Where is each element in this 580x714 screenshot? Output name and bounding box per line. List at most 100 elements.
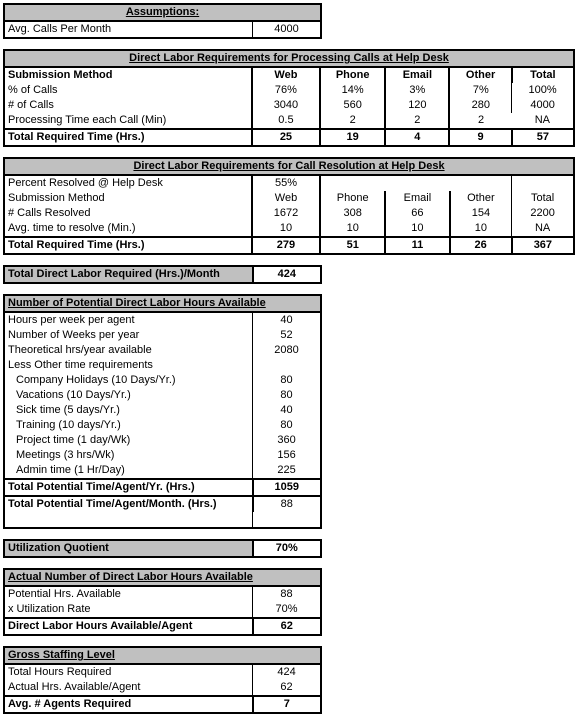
potential-hours-header-row: Number of Potential Direct Labor Hours A… bbox=[4, 295, 321, 313]
table-row: Hours per week per agent 40 bbox=[4, 312, 321, 328]
row-value: 4000 bbox=[252, 21, 321, 38]
row-value: 120 bbox=[384, 98, 450, 113]
potential-hours-title: Number of Potential Direct Labor Hours A… bbox=[4, 295, 321, 313]
row-value: 156 bbox=[252, 448, 321, 463]
table-row: # of Calls 3040 560 120 280 4000 bbox=[4, 98, 574, 113]
column-header: Web bbox=[250, 67, 321, 83]
total-direct-labor-value: 424 bbox=[251, 266, 321, 283]
processing-calls-table: Direct Labor Requirements for Processing… bbox=[3, 49, 575, 147]
row-value: 51 bbox=[319, 236, 386, 254]
row-value: 308 bbox=[319, 206, 386, 221]
column-header: Email bbox=[384, 67, 450, 83]
table-row: Project time (1 day/Wk) 360 bbox=[4, 433, 321, 448]
table-row: Meetings (3 hrs/Wk) 156 bbox=[4, 448, 321, 463]
row-value: 9 bbox=[448, 128, 512, 146]
spreadsheet-sheet: Assumptions: Avg. Calls Per Month 4000 D… bbox=[3, 3, 575, 714]
table-row: Vacations (10 Days/Yr.) 80 bbox=[4, 388, 321, 403]
row-value: 19 bbox=[319, 128, 386, 146]
resolution-header-row: Direct Labor Requirements for Call Resol… bbox=[4, 158, 574, 176]
potential-hours-month-total-row: Total Potential Time/Agent/Month. (Hrs.)… bbox=[4, 495, 321, 512]
utilization-label: Utilization Quotient bbox=[4, 540, 253, 557]
table-row: # Calls Resolved 1672 308 66 154 2200 bbox=[4, 206, 574, 221]
row-value: 25 bbox=[250, 128, 321, 146]
row-value: 1059 bbox=[251, 478, 321, 496]
row-label: Processing Time each Call (Min) bbox=[8, 114, 167, 126]
row-value: 11 bbox=[384, 236, 450, 254]
row-value: 2080 bbox=[252, 343, 321, 358]
row-value: 1672 bbox=[250, 206, 321, 221]
table-row: Utilization Quotient 70% bbox=[4, 540, 321, 557]
row-label: Total Hours Required bbox=[8, 666, 112, 678]
assumptions-table: Assumptions: Avg. Calls Per Month 4000 bbox=[3, 3, 322, 39]
row-value: 40 bbox=[252, 312, 321, 328]
row-value bbox=[511, 175, 574, 191]
blank-cell bbox=[4, 512, 253, 528]
row-value: 57 bbox=[510, 128, 574, 146]
column-header: Other bbox=[448, 67, 512, 83]
table-row-blank bbox=[4, 512, 321, 528]
row-value: 280 bbox=[448, 98, 512, 113]
row-value: 2 bbox=[384, 113, 450, 129]
row-value: Phone bbox=[319, 191, 386, 206]
row-label: Total Required Time (Hrs.) bbox=[4, 236, 252, 254]
row-value bbox=[385, 175, 449, 191]
total-direct-labor-label: Total Direct Labor Required (Hrs.)/Month bbox=[4, 266, 253, 283]
table-row: Potential Hrs. Available 88 bbox=[4, 586, 321, 602]
table-row: Company Holidays (10 Days/Yr.) 80 bbox=[4, 373, 321, 388]
row-label: Meetings (3 hrs/Wk) bbox=[16, 449, 115, 461]
assumptions-header-row: Assumptions: bbox=[4, 4, 321, 22]
staffing-title: Gross Staffing Level bbox=[4, 647, 321, 665]
row-value: 80 bbox=[252, 373, 321, 388]
row-value: 52 bbox=[252, 328, 321, 343]
staffing-total-row: Avg. # Agents Required 7 bbox=[4, 695, 321, 713]
table-row: Avg. Calls Per Month 4000 bbox=[4, 21, 321, 38]
row-value: 3040 bbox=[250, 98, 321, 113]
staffing-header-row: Gross Staffing Level bbox=[4, 647, 321, 665]
row-value: 62 bbox=[251, 617, 321, 635]
row-label: Percent Resolved @ Help Desk bbox=[8, 177, 163, 189]
table-row: Submission Method Web Phone Email Other … bbox=[4, 191, 574, 206]
row-label: Potential Hrs. Available bbox=[8, 588, 121, 600]
table-row: Processing Time each Call (Min) 0.5 2 2 … bbox=[4, 113, 574, 129]
row-label: Less Other time requirements bbox=[8, 359, 153, 371]
row-value: 70% bbox=[252, 602, 321, 618]
row-value: Email bbox=[384, 191, 450, 206]
call-resolution-table: Direct Labor Requirements for Call Resol… bbox=[3, 157, 575, 255]
actual-hours-table: Actual Number of Direct Labor Hours Avai… bbox=[3, 568, 322, 636]
row-label: Avg. time to resolve (Min.) bbox=[8, 222, 136, 234]
table-row: Actual Hrs. Available/Agent 62 bbox=[4, 680, 321, 696]
row-value: 2200 bbox=[511, 206, 574, 221]
table-row: Avg. time to resolve (Min.) 10 10 10 10 … bbox=[4, 221, 574, 237]
row-value: 560 bbox=[319, 98, 386, 113]
row-value: 26 bbox=[448, 236, 512, 254]
row-value: NA bbox=[534, 114, 550, 126]
row-value: 40 bbox=[252, 403, 321, 418]
row-value bbox=[450, 175, 512, 191]
row-value: 10 bbox=[250, 221, 321, 237]
row-label: Theoretical hrs/year available bbox=[8, 344, 152, 356]
processing-title: Direct Labor Requirements for Processing… bbox=[4, 50, 574, 68]
row-label: Admin time (1 Hr/Day) bbox=[16, 464, 125, 476]
row-label: Total Potential Time/Agent/Month. (Hrs.) bbox=[4, 495, 253, 512]
row-value: 424 bbox=[252, 664, 321, 680]
resolution-title: Direct Labor Requirements for Call Resol… bbox=[4, 158, 574, 176]
row-label: x Utilization Rate bbox=[8, 603, 91, 615]
row-value: NA bbox=[511, 221, 574, 237]
row-value: 88 bbox=[251, 495, 321, 512]
row-label: Total Required Time (Hrs.) bbox=[4, 128, 252, 146]
row-value: 80 bbox=[252, 418, 321, 433]
row-value: 2 bbox=[319, 113, 386, 129]
row-label: Submission Method bbox=[8, 192, 105, 204]
row-value: 10 bbox=[384, 221, 450, 237]
utilization-quotient-table: Utilization Quotient 70% bbox=[3, 539, 322, 558]
row-label: Actual Hrs. Available/Agent bbox=[8, 681, 141, 693]
utilization-value: 70% bbox=[251, 540, 321, 557]
processing-header-row: Direct Labor Requirements for Processing… bbox=[4, 50, 574, 68]
row-value: 55% bbox=[250, 175, 321, 191]
row-value: Total bbox=[511, 191, 574, 206]
row-value: Other bbox=[448, 191, 512, 206]
